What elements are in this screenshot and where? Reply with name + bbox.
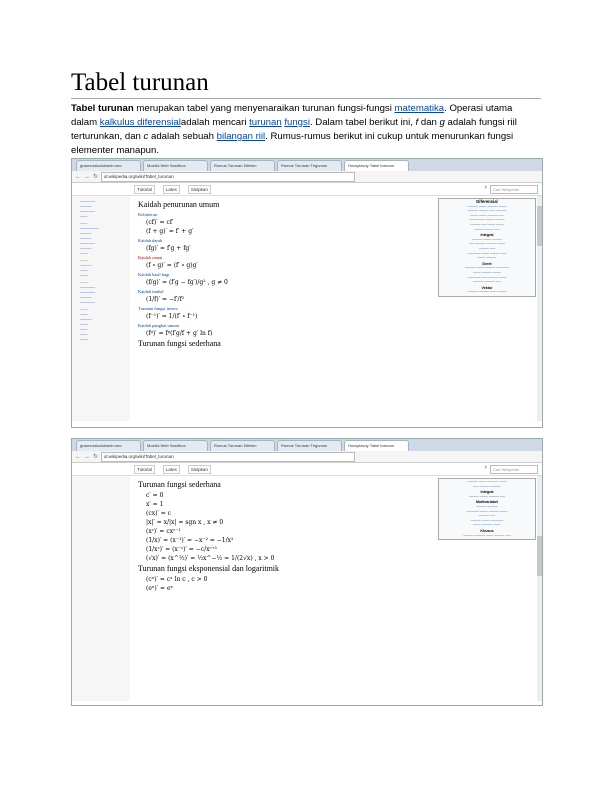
formula: (cˣ)′ = cˣ ln c , c > 0	[146, 576, 208, 583]
address-bar: ← → ↻ id.wikipedia.org/wiki/Tabel_turuna…	[72, 171, 542, 183]
section-heading: Kaidah penurunan umum	[138, 200, 220, 209]
intro-text: merupakan tabel yang menyenaraikan turun…	[133, 103, 395, 114]
formula: (f + g)′ = f′ + g′	[146, 228, 194, 235]
formula: (xᶜ)′ = cxᶜ⁻¹	[146, 528, 181, 535]
browser-tabbar: guwezumudumavb.mro Mozilla Web Sandbox R…	[72, 159, 542, 171]
subsection-label: Kaidah hasil bagi	[138, 272, 170, 277]
formula: (cx)′ = c	[146, 510, 171, 517]
formula: (f⁻¹)′ = 1/(f′ ∘ f⁻¹)	[146, 313, 198, 320]
toolbar-latex[interactable]: Latex	[162, 184, 180, 194]
toolbar-latex[interactable]: Latex	[162, 464, 180, 474]
scrollbar[interactable]	[537, 476, 542, 701]
toolbar-tutorial[interactable]: Tutorial	[134, 184, 155, 194]
intro-text: adalah sebuah	[148, 131, 217, 142]
formula: (1/x)′ = (x⁻¹)′ = −x⁻² = −1/x²	[146, 537, 234, 544]
browser-tab[interactable]: Rumus Turunan Diferen	[210, 160, 275, 171]
formula: (1/xᶜ)′ = (x⁻ᶜ)′ = −c/xᶜ⁺¹	[146, 546, 218, 553]
toolbar-tutorial[interactable]: Tutorial	[134, 464, 155, 474]
link-fungsi[interactable]: fungsi	[284, 117, 310, 128]
browser-tab[interactable]: Mozilla Web Sandbox	[143, 440, 208, 451]
browser-tab[interactable]: Rumus Turunan Trigonom	[277, 160, 342, 171]
editor-toolbar: Tutorial Latex Sisipkan ? Cari Wikipedia	[72, 463, 542, 476]
formula: (fg)′ = f′g + fg′	[146, 245, 191, 252]
subsection-label: Kaidah timbal	[138, 289, 164, 294]
formula: |x|′ = x/|x| = sgn x , x ≠ 0	[146, 519, 224, 526]
title-divider	[71, 98, 541, 99]
intro-paragraph: Tabel turunan merupakan tabel yang menye…	[71, 102, 541, 158]
subsection-label: Kaidah pangkat umum	[138, 323, 179, 328]
link-turunan[interactable]: turunan	[249, 117, 282, 128]
formula: (f/g)′ = (f′g − fg′)/g² , g ≠ 0	[146, 279, 228, 286]
section-heading: Turunan fungsi sederhana	[138, 480, 221, 489]
scrollbar-thumb[interactable]	[537, 536, 542, 576]
toolbar-sisipkan[interactable]: Sisipkan	[187, 464, 211, 474]
subsection-label: Kaidah rantai	[138, 255, 163, 260]
embedded-screenshot-2: guwezumudumavb.mro Mozilla Web Sandbox R…	[71, 438, 543, 706]
formula: (1/f)′ = −f′/f²	[146, 296, 185, 303]
toolbar-sisipkan[interactable]: Sisipkan	[187, 184, 211, 194]
formula: (cf)′ = cf′	[146, 219, 174, 226]
infobox: Diferensial ──── ─── ──── ─── ──── ──── ─…	[438, 198, 536, 297]
help-icon[interactable]: ?	[484, 465, 487, 474]
browser-tab[interactable]: guwezumudumavb.mro	[76, 440, 141, 451]
formula: x′ = 1	[146, 501, 164, 508]
intro-text: dan	[418, 117, 440, 128]
formula: c′ = 0	[146, 492, 164, 499]
intro-text: . Dalam tabel berikut ini,	[309, 117, 416, 128]
back-icon[interactable]: ←	[75, 174, 81, 180]
browser-tab[interactable]: Mozilla Web Sandbox	[143, 160, 208, 171]
reload-icon[interactable]: ↻	[93, 173, 98, 180]
intro-bold-term: Tabel turunan	[71, 103, 134, 114]
back-icon[interactable]: ←	[75, 454, 81, 460]
left-navigation: ———— ——— ———— —— —— ————— ——— ——— ———— ——— —— —— —…	[72, 196, 130, 421]
browser-tab-active[interactable]: Hocsplavny Tabel turunan	[344, 440, 409, 451]
help-icon[interactable]: ?	[484, 185, 487, 194]
left-navigation	[72, 476, 130, 701]
link-matematika[interactable]: matematika	[395, 103, 445, 114]
formula: (f ∘ g)′ = (f′ ∘ g)g′	[146, 262, 198, 269]
article-content: Turunan fungsi sederhana c′ = 0 x′ = 1 (…	[138, 478, 428, 594]
link-kalkulus-diferensial[interactable]: kalkulus diferensial	[100, 117, 181, 128]
article-content: Kaidah penurunan umum Kelinieran (cf)′ =…	[138, 198, 428, 351]
browser-tab[interactable]: Rumus Turunan Diferen	[210, 440, 275, 451]
url-field[interactable]: id.wikipedia.org/wiki/Tabel_turunan	[101, 171, 356, 182]
subsection-label: Turunan fungsi invers	[138, 306, 178, 311]
link-bilangan-riil[interactable]: bilangan riil	[217, 131, 266, 142]
browser-tab-active[interactable]: Hocsplavny Tabel turunan	[344, 160, 409, 171]
subsection-label: Kaidah darab	[138, 238, 163, 243]
browser-tab[interactable]: guwezumudumavb.mro	[76, 160, 141, 171]
forward-icon[interactable]: →	[84, 454, 90, 460]
embedded-screenshot-1: guwezumudumavb.mro Mozilla Web Sandbox R…	[71, 158, 543, 428]
forward-icon[interactable]: →	[84, 174, 90, 180]
formula: (eˣ)′ = eˣ	[146, 585, 174, 592]
scrollbar-thumb[interactable]	[537, 206, 542, 246]
search-input[interactable]: Cari Wikipedia	[490, 184, 538, 194]
section-heading: Turunan fungsi sederhana	[138, 339, 221, 348]
browser-tabbar: guwezumudumavb.mro Mozilla Web Sandbox R…	[72, 439, 542, 451]
scrollbar[interactable]	[537, 196, 542, 421]
infobox: ──── ─── ──── ─── ── ──── ──── Integral ─…	[438, 478, 536, 541]
page-title: Tabel turunan	[71, 69, 209, 96]
search-input[interactable]: Cari Wikipedia	[490, 464, 538, 474]
browser-tab[interactable]: Rumus Turunan Trigonom	[277, 440, 342, 451]
section-heading: Turunan fungsi eksponensial dan logaritm…	[138, 564, 280, 573]
formula: (fᵍ)′ = fᵍ(f′g/f + g′ ln f)	[146, 330, 213, 337]
intro-text: adalah mencari	[180, 117, 250, 128]
subsection-label: Kelinieran	[138, 212, 157, 217]
url-field[interactable]: id.wikipedia.org/wiki/Tabel_turunan	[101, 451, 356, 462]
reload-icon[interactable]: ↻	[93, 453, 98, 460]
address-bar: ← → ↻ id.wikipedia.org/wiki/Tabel_turuna…	[72, 451, 542, 463]
formula: (√x)′ = (x^½)′ = ½x^−½ = 1/(2√x) , x > 0	[146, 555, 275, 562]
editor-toolbar: Tutorial Latex Sisipkan ? Cari Wikipedia	[72, 183, 542, 196]
